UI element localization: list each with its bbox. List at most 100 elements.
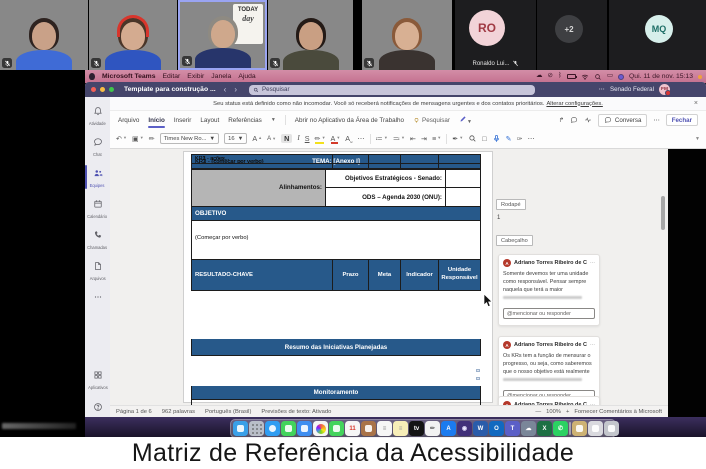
activity-pulse-icon[interactable] — [584, 116, 592, 124]
italic-button[interactable]: I — [297, 135, 299, 142]
menu-ajuda[interactable]: Ajuda — [238, 73, 255, 80]
teams-search-input[interactable]: Pesquisar — [249, 85, 535, 95]
shrink-font-button[interactable]: A▼ — [267, 136, 276, 142]
participant-video-5[interactable] — [362, 0, 452, 70]
spotlight-icon[interactable] — [594, 73, 602, 81]
prazo-header[interactable]: Prazo — [333, 260, 369, 291]
comment-icon[interactable] — [570, 116, 578, 124]
safari-icon[interactable] — [265, 421, 280, 436]
word-icon[interactable]: W — [473, 421, 488, 436]
document-scrollbar[interactable] — [660, 149, 666, 405]
excel-icon[interactable]: X — [537, 421, 552, 436]
comment-more-menu[interactable]: ⋯ — [590, 342, 595, 348]
empty-cell[interactable] — [446, 169, 481, 188]
open-in-desktop-app-button[interactable]: Abrir no Aplicativo da Área de Trabalho — [295, 117, 404, 124]
finder-icon[interactable] — [233, 421, 248, 436]
more-toolbar-options[interactable]: ⋯ — [528, 135, 535, 142]
format-painter-button[interactable]: ✏ — [149, 135, 155, 142]
podcasts-icon[interactable]: ◉ — [457, 421, 472, 436]
objetivos-estrategicos-cell[interactable]: Objetivos Estratégicos - Senado: — [326, 169, 446, 188]
underline-button[interactable]: S — [305, 135, 310, 142]
fechar-button[interactable]: Fechar — [666, 114, 698, 126]
user-avatar[interactable]: FM — [659, 84, 670, 95]
ods-agenda-cell[interactable]: ODS – Agenda 2030 (ONU): — [326, 188, 446, 207]
dock-divider[interactable] — [569, 422, 571, 435]
word-page[interactable]: TEMA: [Anexo I] Alinhamentos: Objetivos … — [183, 151, 493, 403]
text-effects-button[interactable]: A˷ — [345, 135, 352, 142]
indent-button[interactable]: ⇥ — [421, 135, 427, 142]
comment-more-menu[interactable]: ⋯ — [590, 260, 595, 266]
app-store-icon[interactable]: A — [441, 421, 456, 436]
ink-pen-button[interactable]: ✒▼ — [452, 135, 463, 142]
menu-exibir[interactable]: Exibir — [187, 73, 204, 80]
conversa-button[interactable]: Conversa — [598, 114, 647, 127]
objetivo-header-cell[interactable]: OBJETIVO — [191, 207, 481, 221]
select-button[interactable]: □ — [482, 135, 486, 142]
bullet-list-button[interactable]: ≔▼ — [376, 135, 388, 142]
apple-menu-icon[interactable] — [89, 73, 95, 80]
zoom-out-button[interactable]: — — [535, 409, 541, 415]
feedback-link[interactable]: Fornecer Comentários à Microsoft — [574, 409, 662, 415]
scrollbar-thumb[interactable] — [661, 196, 665, 230]
teams-icon[interactable]: T — [505, 421, 520, 436]
tv-icon[interactable]: tv — [409, 421, 424, 436]
back-arrow[interactable]: ‹ — [224, 85, 227, 94]
resultado-chave-header[interactable]: RESULTADO-CHAVE — [191, 260, 333, 291]
monitoramento-header-cell[interactable]: Monitoramento — [191, 386, 481, 400]
facetime-icon[interactable] — [329, 421, 344, 436]
bold-button[interactable]: N — [281, 134, 292, 143]
dictate-button[interactable] — [492, 134, 501, 143]
participant-tile-mq[interactable]: MQ — [609, 0, 706, 70]
forward-arrow[interactable]: › — [234, 85, 237, 94]
indicador-header[interactable]: Indicador — [401, 260, 439, 291]
language[interactable]: Português (Brasil) — [205, 409, 251, 415]
font-size-select[interactable]: 16▼ — [224, 133, 247, 144]
comment-reply-input[interactable] — [503, 308, 595, 319]
menu-editar[interactable]: Editar — [163, 73, 181, 80]
font-name-select[interactable]: Times New Ro...▼ — [160, 133, 219, 144]
participant-video-1[interactable] — [0, 0, 88, 70]
change-settings-link[interactable]: Alterar configurações. — [546, 101, 602, 107]
wifi-icon[interactable] — [581, 73, 589, 81]
rail-item[interactable]: Arquivos — [85, 256, 110, 284]
participant-video-4[interactable] — [268, 0, 353, 70]
objetivo-hint-cell[interactable]: (Começar por verbo) — [191, 221, 481, 260]
calendar-icon[interactable]: 11 — [345, 421, 360, 436]
participant-overflow-tile[interactable]: +2 — [537, 0, 607, 70]
paste-button[interactable]: ▣▼ — [132, 135, 144, 142]
onedrive-icon[interactable]: ☁ — [521, 421, 536, 436]
display-icon[interactable]: ▭ — [607, 73, 613, 80]
resumo-header-cell[interactable]: Resumo das Iniciativas Planejadas — [191, 339, 481, 356]
share-arrow-icon[interactable]: ↱ — [559, 117, 564, 124]
close-traffic-light[interactable] — [91, 87, 96, 92]
numbered-list-button[interactable]: ≕▼ — [393, 135, 405, 142]
whatsapp-icon[interactable]: ✆ — [553, 421, 568, 436]
battery-icon[interactable] — [567, 74, 576, 79]
title-bar-more-menu[interactable]: ⋯ — [599, 86, 605, 93]
reminders-icon[interactable]: ≡ — [377, 421, 392, 436]
banner-close-icon[interactable]: × — [694, 100, 698, 107]
documents-folder-icon[interactable] — [572, 421, 587, 436]
cabecalho-tag[interactable]: Cabeçalho — [496, 235, 533, 246]
page-count[interactable]: Página 1 de 6 — [116, 409, 152, 415]
notes-icon[interactable]: ≡ — [393, 421, 408, 436]
ribbon-tab[interactable]: Referências — [228, 114, 262, 127]
menu-bar-clock[interactable]: Qui. 11 de nov. 15:13 — [629, 73, 693, 80]
minimize-traffic-light[interactable] — [100, 87, 105, 92]
zoom-in-button[interactable]: + — [566, 409, 569, 415]
ribbon-tab[interactable]: Inserir — [174, 114, 192, 127]
word-count[interactable]: 962 palavras — [162, 409, 195, 415]
pen-mode-button[interactable]: ▼ — [459, 115, 472, 125]
undo-button[interactable]: ↶▼ — [116, 135, 127, 142]
more-font-options[interactable]: ⋯ — [357, 135, 364, 142]
ribbon-more-button[interactable]: ⋯ — [653, 117, 659, 124]
empty-cell[interactable] — [446, 188, 481, 207]
editor-button[interactable]: ✎ — [506, 135, 512, 142]
collapse-ribbon-icon[interactable]: ▼ — [695, 136, 700, 142]
text-predictions[interactable]: Previsões de texto: Ativado — [261, 409, 331, 415]
rodape-tag[interactable]: Rodapé — [496, 199, 526, 210]
find-button[interactable] — [468, 134, 477, 143]
messages-icon[interactable] — [281, 421, 296, 436]
contacts-icon[interactable] — [361, 421, 376, 436]
menu-janela[interactable]: Janela — [211, 73, 231, 80]
